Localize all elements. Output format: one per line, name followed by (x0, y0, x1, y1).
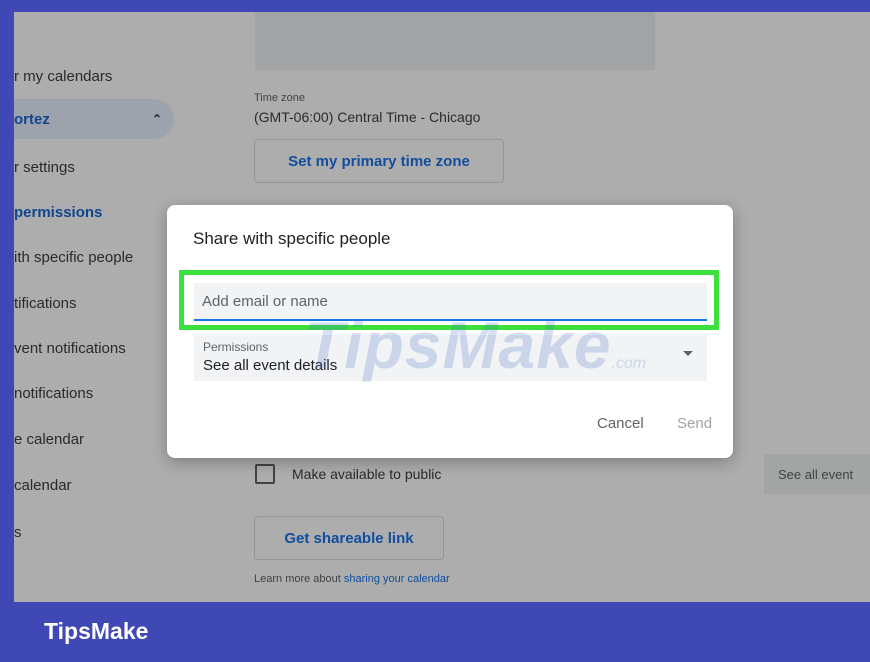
send-button[interactable]: Send (677, 415, 712, 432)
dialog-title: Share with specific people (193, 229, 391, 248)
cancel-button[interactable]: Cancel (597, 415, 644, 432)
email-or-name-input[interactable] (194, 283, 707, 321)
share-dialog: Share with specific people Permissions S… (167, 205, 733, 458)
permissions-select[interactable]: Permissions See all event details (194, 335, 707, 381)
dropdown-arrow-icon (683, 351, 693, 356)
permissions-value: See all event details (203, 357, 338, 374)
calendar-settings-screen: r my calendars ortez ⌃ r settings permis… (14, 12, 870, 602)
permissions-label: Permissions (203, 340, 269, 354)
frame-background: r my calendars ortez ⌃ r settings permis… (0, 0, 870, 662)
brand-logo-text: TipsMake (44, 618, 149, 644)
